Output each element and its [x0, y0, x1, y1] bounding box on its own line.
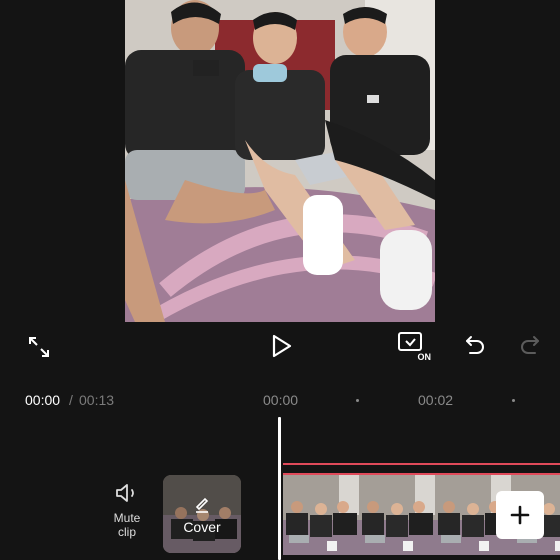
add-clip-button[interactable]	[496, 491, 544, 539]
video-preview-area	[0, 0, 560, 322]
video-preview-frame[interactable]	[125, 0, 435, 322]
cover-label: Cover	[183, 519, 221, 535]
time-separator: /	[69, 392, 73, 408]
timeline-panel: 00:00 / 00:13 00:00 00:02 Mute clip Cove…	[0, 382, 560, 560]
play-icon[interactable]	[265, 330, 297, 362]
mute-clip-label: Mute clip	[113, 511, 141, 539]
mute-clip-button[interactable]: Mute clip	[105, 482, 149, 552]
audio-track-line	[283, 463, 560, 465]
keyframe-toggle-button[interactable]: ON	[394, 328, 432, 364]
ruler-dot	[512, 399, 515, 402]
fullscreen-icon[interactable]	[24, 332, 54, 362]
plus-icon	[510, 505, 530, 525]
player-controls: ON	[0, 322, 560, 382]
keyframe-on-badge: ON	[416, 352, 432, 362]
redo-icon[interactable]	[515, 330, 545, 360]
playhead[interactable]	[278, 417, 281, 560]
speaker-icon	[116, 484, 134, 502]
time-ruler: 00:00 / 00:13 00:00 00:02	[0, 392, 560, 408]
current-time: 00:00	[25, 392, 61, 408]
cover-button[interactable]: Cover	[163, 475, 241, 553]
video-frame-image	[125, 0, 435, 322]
ruler-tick: 00:02	[418, 392, 454, 408]
ruler-dot	[356, 399, 359, 402]
total-duration: 00:13	[79, 392, 115, 408]
ruler-tick: 00:00	[263, 392, 299, 408]
cover-thumbnail	[163, 475, 241, 553]
undo-icon[interactable]	[460, 330, 490, 360]
edit-pencil-icon	[195, 497, 209, 513]
